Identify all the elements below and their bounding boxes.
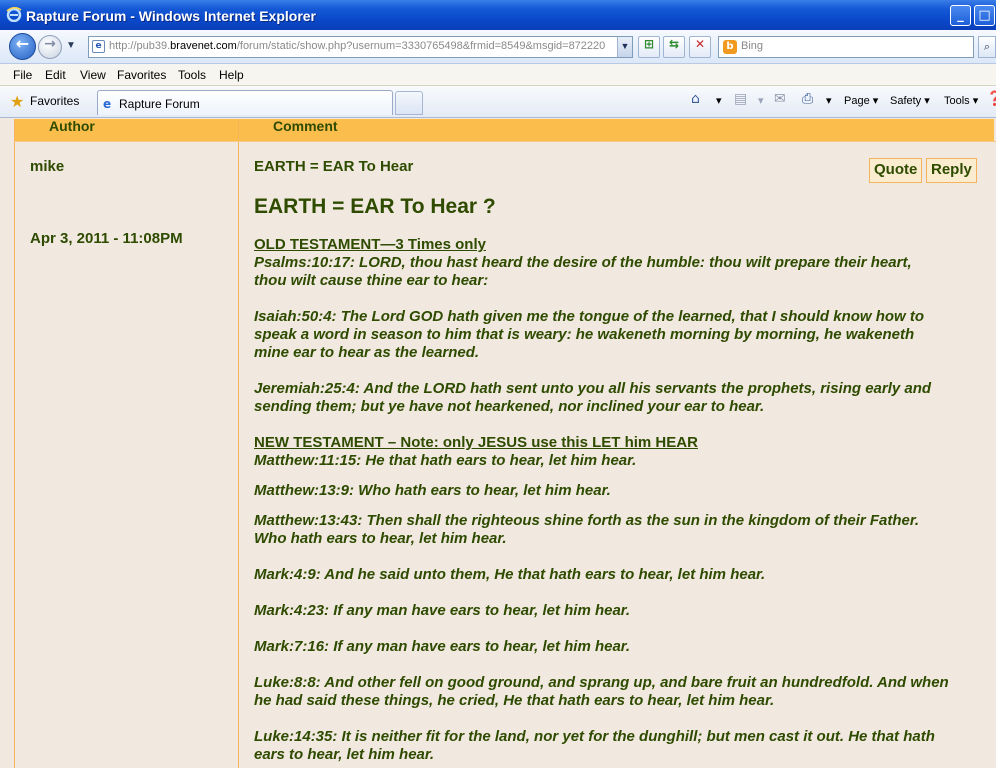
verse-line: he had said these things, he cried, He t… — [254, 692, 775, 709]
url-path: /forum/static/show.php?usernum=333076549… — [236, 40, 606, 52]
mail-icon[interactable]: ✉ — [774, 91, 786, 107]
back-arrow-icon: ← — [15, 34, 30, 53]
menu-tools[interactable]: Tools — [178, 68, 206, 82]
post-heading: EARTH = EAR To Hear ? — [254, 195, 496, 218]
menu-favorites[interactable]: Favorites — [117, 68, 166, 82]
page-menu[interactable]: Page ▾ — [844, 94, 878, 107]
window-titlebar: Rapture Forum - Windows Internet Explore… — [0, 0, 996, 30]
verse-mark-7-16: Mark:7:16: If any man have ears to hear,… — [254, 638, 984, 656]
verse-luke-8-8: Luke:8:8: And other fell on good ground,… — [254, 674, 984, 710]
verse-line: thou wilt cause thine ear to hear: — [254, 272, 489, 289]
new-testament-heading: NEW TESTAMENT – Note: only JESUS use thi… — [254, 434, 698, 451]
verse-matthew-13-9: Matthew:13:9: Who hath ears to hear, let… — [254, 482, 984, 500]
post-date: Apr 3, 2011 - 11:08PM — [30, 230, 183, 247]
comment-column-header: Comment — [273, 119, 338, 134]
tab-title: Rapture Forum — [119, 97, 200, 111]
refresh-icon: ⇆ — [668, 37, 680, 51]
verse-mark-4-23: Mark:4:23: If any man have ears to hear,… — [254, 602, 984, 620]
search-icon: ⌕ — [983, 41, 991, 53]
bing-icon: b — [723, 40, 737, 54]
tab-page-icon: e — [103, 97, 112, 111]
verse-luke-14-35: Luke:14:35: It is neither fit for the la… — [254, 728, 984, 764]
stop-icon: ✕ — [694, 37, 706, 51]
ie-logo-icon — [6, 6, 22, 22]
address-field[interactable]: e http://pub39.bravenet.com/forum/static… — [88, 36, 633, 58]
post-body: EARTH = EAR To Hear ? OLD TESTAMENT—3 Ti… — [254, 195, 984, 764]
verse-psalms: Psalms:10:17: LORD, thou hast heard the … — [254, 254, 984, 290]
feeds-dropdown[interactable]: ▾ — [758, 94, 764, 107]
verse-matthew-11-15: Matthew:11:15: He that hath ears to hear… — [254, 452, 984, 470]
home-dropdown[interactable]: ▾ — [716, 94, 722, 107]
favorites-bar: ★ Favorites e Rapture Forum ⌂ ▾ ▤ ▾ ✉ ⎙ … — [0, 86, 996, 118]
back-button[interactable]: ← — [9, 33, 36, 60]
verse-line: mine ear to hear as the learned. — [254, 344, 480, 361]
verse-line: Matthew:11:15: He that hath ears to hear… — [254, 452, 637, 469]
search-input[interactable]: b Bing — [718, 36, 974, 58]
address-dropdown-button[interactable]: ▼ — [617, 37, 632, 57]
reply-button[interactable]: Reply — [926, 158, 977, 183]
favorites-button[interactable]: Favorites — [30, 94, 79, 108]
forward-arrow-icon: → — [44, 36, 56, 52]
verse-line: sending them; but ye have not hearkened,… — [254, 398, 765, 415]
tools-menu[interactable]: Tools ▾ — [944, 94, 978, 107]
tab-rapture-forum[interactable]: e Rapture Forum — [97, 90, 393, 115]
verse-line: Luke:14:35: It is neither fit for the la… — [254, 728, 935, 745]
refresh-button[interactable]: ⇆ — [663, 36, 685, 58]
safety-menu[interactable]: Safety ▾ — [890, 94, 930, 107]
search-placeholder: Bing — [741, 40, 764, 52]
menu-file[interactable]: File — [13, 68, 32, 82]
column-divider — [238, 119, 239, 768]
menu-bar: File Edit View Favorites Tools Help — [0, 64, 996, 86]
help-icon[interactable]: ❓ — [986, 91, 996, 107]
old-testament-heading: OLD TESTAMENT—3 Times only — [254, 236, 486, 253]
home-icon[interactable]: ⌂ — [691, 91, 700, 107]
verse-line: Mark:4:23: If any man have ears to hear,… — [254, 602, 630, 619]
favorites-star-icon: ★ — [10, 92, 25, 111]
compatibility-icon: ⊞ — [643, 37, 655, 51]
url-prefix: http://pub39. — [109, 40, 171, 52]
address-toolbar: ← → ▼ e http://pub39.bravenet.com/forum/… — [0, 30, 996, 64]
verse-line: speak a word in season to him that is we… — [254, 326, 915, 343]
quote-button[interactable]: Quote — [869, 158, 923, 183]
page-icon: e — [92, 40, 105, 53]
verse-line: Luke:8:8: And other fell on good ground,… — [254, 674, 949, 691]
feeds-icon[interactable]: ▤ — [734, 91, 747, 107]
forward-button[interactable]: → — [38, 35, 62, 59]
verse-line: Matthew:13:9: Who hath ears to hear, let… — [254, 482, 611, 499]
verse-line: ears to hear, let him hear. — [254, 746, 435, 763]
menu-view[interactable]: View — [80, 68, 106, 82]
post-author: mike — [30, 158, 65, 175]
post-subject: EARTH = EAR To Hear — [254, 158, 414, 175]
verse-line: Psalms:10:17: LORD, thou hast heard the … — [254, 254, 912, 271]
verse-jeremiah: Jeremiah:25:4: And the LORD hath sent un… — [254, 380, 984, 416]
verse-mark-4-9: Mark:4:9: And he said unto them, He that… — [254, 566, 984, 584]
verse-line: Who hath ears to hear, let him hear. — [254, 530, 507, 547]
compatibility-view-button[interactable]: ⊞ — [638, 36, 660, 58]
stop-button[interactable]: ✕ — [689, 36, 711, 58]
maximize-button[interactable]: □ — [974, 5, 995, 26]
verse-line: Mark:7:16: If any man have ears to hear,… — [254, 638, 630, 655]
minimize-button[interactable]: _ — [950, 5, 971, 26]
menu-help[interactable]: Help — [219, 68, 244, 82]
table-left-border — [14, 119, 15, 768]
menu-edit[interactable]: Edit — [45, 68, 66, 82]
recent-pages-dropdown[interactable]: ▼ — [66, 40, 76, 51]
forum-page: Author Comment mike Apr 3, 2011 - 11:08P… — [0, 119, 996, 768]
author-column-header: Author — [49, 119, 95, 134]
forum-column-header: Author Comment — [14, 119, 994, 141]
verse-isaiah: Isaiah:50:4: The Lord GOD hath given me … — [254, 308, 984, 362]
verse-line: Matthew:13:43: Then shall the righteous … — [254, 512, 920, 529]
url-host: bravenet.com — [170, 40, 237, 52]
header-divider — [14, 141, 996, 142]
new-tab-button[interactable] — [395, 91, 423, 115]
window-title: Rapture Forum - Windows Internet Explore… — [26, 8, 317, 24]
print-icon[interactable]: ⎙ — [802, 91, 813, 107]
search-button[interactable]: ⌕ — [978, 36, 996, 58]
verse-line: Jeremiah:25:4: And the LORD hath sent un… — [254, 380, 932, 397]
verse-matthew-13-43: Matthew:13:43: Then shall the righteous … — [254, 512, 984, 548]
verse-line: Isaiah:50:4: The Lord GOD hath given me … — [254, 308, 925, 325]
print-dropdown[interactable]: ▾ — [826, 94, 832, 107]
verse-line: Mark:4:9: And he said unto them, He that… — [254, 566, 766, 583]
